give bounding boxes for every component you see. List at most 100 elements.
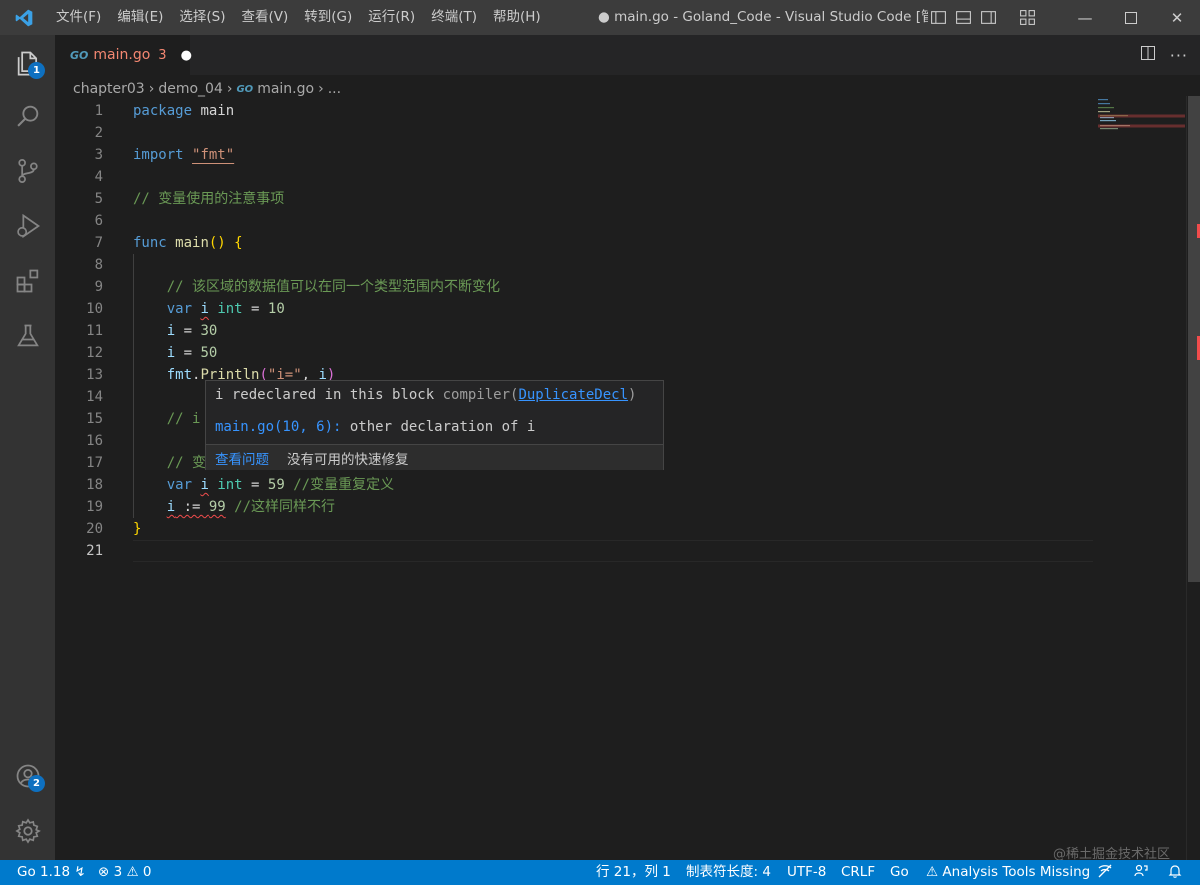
toggle-panel-icon[interactable] — [955, 9, 972, 26]
menu-item-2[interactable]: 选择(S) — [171, 0, 233, 35]
code-line[interactable]: 12 i = 50 — [55, 342, 1095, 364]
maximize-icon[interactable] — [1108, 0, 1154, 35]
tab-main-go[interactable]: GO main.go 3 ● — [55, 35, 192, 75]
duplicate-decl-link[interactable]: DuplicateDecl — [518, 387, 628, 403]
code-token: 50 — [200, 345, 218, 361]
code-token: int — [217, 477, 243, 493]
line-code: var i int = 10 — [133, 298, 285, 320]
manage-gear-icon[interactable] — [0, 807, 55, 855]
run-debug-icon[interactable] — [0, 202, 55, 250]
code-line[interactable]: 5 // 变量使用的注意事项 — [55, 188, 1095, 210]
breadcrumb-item-folder[interactable]: chapter03 — [73, 81, 145, 97]
breadcrumb-item-file[interactable]: main.go — [257, 81, 314, 97]
code-line[interactable]: 4 — [55, 166, 1095, 188]
line-code: func main() { — [133, 232, 243, 254]
code-line[interactable]: 10 var i int = 10 — [55, 298, 1095, 320]
code-line[interactable]: 20} — [55, 518, 1095, 540]
split-editor-icon[interactable] — [1140, 45, 1156, 65]
layout-controls — [930, 0, 1036, 35]
code-token: := — [175, 499, 209, 515]
encoding-status[interactable]: UTF-8 — [787, 860, 826, 885]
breadcrumb-item-symbol[interactable]: ... — [328, 81, 341, 97]
line-number: 21 — [86, 543, 103, 559]
minimap[interactable] — [1095, 96, 1185, 136]
problems-status[interactable]: ⊗ 3 ⚠ 0 — [98, 860, 152, 885]
lightning-icon: ↯ — [74, 864, 86, 880]
analysis-tools-label: Analysis Tools Missing — [942, 864, 1091, 880]
code-line[interactable]: 7 func main() { — [55, 232, 1095, 254]
tab-bar: GO main.go 3 ● ··· — [55, 35, 1200, 75]
menu-item-1[interactable]: 编辑(E) — [109, 0, 171, 35]
diagnostic-hover: i redeclared in this block compiler(Dupl… — [205, 380, 664, 470]
menu-item-6[interactable]: 终端(T) — [423, 0, 485, 35]
search-icon[interactable] — [0, 92, 55, 140]
vscode-logo-icon[interactable] — [0, 0, 48, 35]
code-token: i — [200, 301, 209, 317]
more-actions-icon[interactable]: ··· — [1170, 46, 1188, 65]
menu-bar: 文件(F) 编辑(E) 选择(S) 查看(V) 转到(G) 运行(R) 终端(T) 帮助(H) — [48, 0, 549, 35]
related-location-link[interactable]: main.go(10, 6): — [215, 419, 341, 435]
code-line[interactable]: 18 var i int = 59 //变量重复定义 — [55, 474, 1095, 496]
tab-label: main.go — [93, 47, 151, 63]
analysis-tools-status[interactable]: ⚠ Analysis Tools Missing — [926, 860, 1090, 885]
code-line[interactable]: 3 import "fmt" — [55, 144, 1095, 166]
line-number: 6 — [94, 213, 103, 229]
breadcrumb-item-subfolder[interactable]: demo_04 — [158, 81, 223, 97]
code-line[interactable]: 6 — [55, 210, 1095, 232]
line-code: package main — [133, 100, 234, 122]
testing-icon[interactable] — [0, 312, 55, 360]
tab-size-status[interactable]: 制表符长度: 4 — [686, 860, 771, 885]
menu-item-0[interactable]: 文件(F) — [48, 0, 109, 35]
toggle-secondary-sidebar-icon[interactable] — [980, 9, 997, 26]
hover-source-end: ) — [628, 387, 637, 403]
chevron-right-icon: › — [148, 81, 155, 97]
eol-status[interactable]: CRLF — [841, 860, 875, 885]
accounts-icon[interactable]: 2 — [0, 752, 55, 800]
line-number: 16 — [86, 433, 103, 449]
language-status[interactable]: Go — [890, 860, 909, 885]
line-code: i = 30 — [133, 320, 218, 342]
customize-layout-icon[interactable] — [1019, 9, 1036, 26]
menu-item-3[interactable]: 查看(V) — [234, 0, 297, 35]
code-token: i — [200, 477, 209, 493]
feedback-icon[interactable] — [1133, 860, 1149, 885]
code-line[interactable]: 9 // 该区域的数据值可以在同一个类型范围内不断变化 — [55, 276, 1095, 298]
menu-item-4[interactable]: 转到(G) — [296, 0, 360, 35]
toggle-primary-sidebar-icon[interactable] — [930, 9, 947, 26]
notifications-bell-icon[interactable] — [1167, 860, 1183, 885]
line-code: // 变量使用的注意事项 — [133, 188, 284, 210]
code-line[interactable]: 1 package main — [55, 100, 1095, 122]
code-editor[interactable]: 1 package main 2 3 import "fmt" 4 5 // 变量使用的注意事… — [55, 100, 1185, 860]
menu-item-7[interactable]: 帮助(H) — [485, 0, 549, 35]
editor-actions: ··· — [1140, 35, 1188, 75]
view-problem-link[interactable]: 查看问题 — [215, 448, 269, 468]
code-token: () — [208, 235, 226, 251]
broadcast-icon[interactable] — [1097, 860, 1113, 885]
line-code: } — [133, 518, 141, 540]
accounts-badge: 2 — [28, 775, 45, 792]
code-token: int — [217, 301, 243, 317]
unsaved-dot-icon[interactable]: ● — [181, 48, 192, 63]
code-line[interactable]: 8 — [55, 254, 1095, 276]
code-token: //变量重复定义 — [293, 477, 395, 493]
code-line[interactable]: 21 — [55, 540, 1095, 562]
source-control-icon[interactable] — [0, 147, 55, 195]
go-version-status[interactable]: Go 1.18 ↯ — [17, 860, 86, 885]
minimize-icon[interactable]: — — [1062, 0, 1108, 35]
line-number: 7 — [94, 235, 103, 251]
line-number: 19 — [86, 499, 103, 515]
code-line[interactable]: 2 — [55, 122, 1095, 144]
activity-bar: 1 2 — [0, 35, 55, 860]
cursor-position-status[interactable]: 行 21，列 1 — [596, 860, 671, 885]
code-token: = — [242, 477, 268, 493]
explorer-icon[interactable]: 1 — [0, 39, 55, 87]
code-line[interactable]: 19 i := 99 //这样同样不行 — [55, 496, 1095, 518]
code-line[interactable]: 11 i = 30 — [55, 320, 1095, 342]
menu-item-5[interactable]: 运行(R) — [360, 0, 423, 35]
extensions-icon[interactable] — [0, 257, 55, 305]
vertical-scrollbar[interactable] — [1186, 96, 1200, 860]
close-icon[interactable]: ✕ — [1154, 0, 1200, 35]
